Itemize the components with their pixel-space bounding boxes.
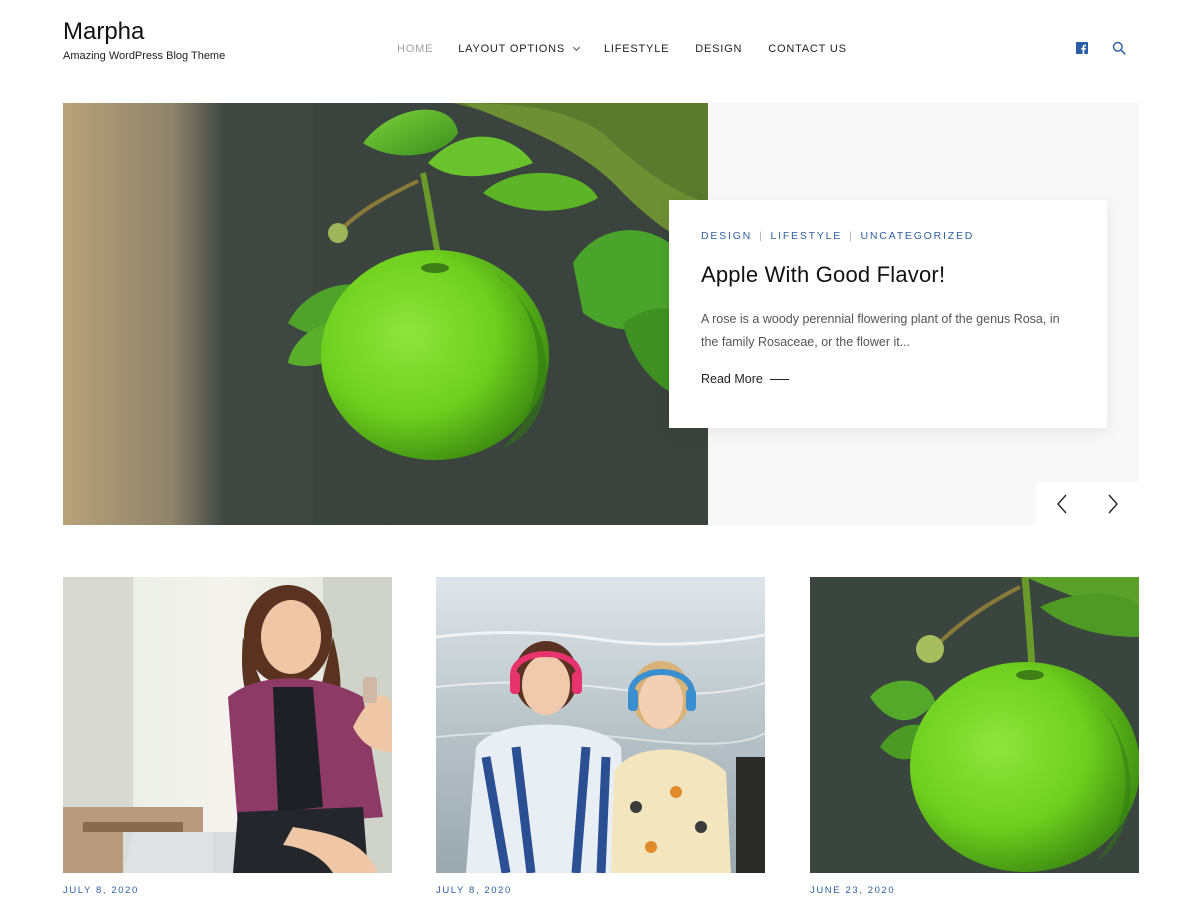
post-card: JULY 8, 2020 (63, 577, 392, 896)
facebook-icon[interactable] (1076, 42, 1088, 54)
nav-item-label: LAYOUT OPTIONS (458, 43, 565, 55)
category-separator: | (849, 230, 854, 242)
nav-item-design[interactable]: DESIGN (695, 43, 742, 55)
hero-post-card: DESIGN | LIFESTYLE | UNCATEGORIZED Apple… (669, 200, 1107, 428)
category-link-uncategorized[interactable]: UNCATEGORIZED (861, 230, 975, 242)
post-image-woman-with-phone[interactable] (63, 577, 392, 873)
nav-item-lifestyle[interactable]: LIFESTYLE (604, 43, 669, 55)
nav-item-contact-us[interactable]: CONTACT US (768, 43, 847, 55)
hero-post-title[interactable]: Apple With Good Flavor! (701, 262, 1075, 288)
slider-navigation (1036, 482, 1139, 525)
hero-post-excerpt: A rose is a woody perennial flowering pl… (701, 312, 1060, 349)
featured-slider: DESIGN | LIFESTYLE | UNCATEGORIZED Apple… (63, 103, 1139, 525)
post-date[interactable]: JULY 8, 2020 (436, 885, 765, 896)
category-separator: | (759, 230, 764, 242)
category-link-lifestyle[interactable]: LIFESTYLE (770, 230, 842, 242)
chevron-right-icon[interactable] (1098, 489, 1128, 519)
hero-image-green-apple[interactable] (63, 103, 708, 525)
chevron-down-icon (572, 43, 581, 52)
read-more-line-icon (769, 378, 789, 380)
post-card: JUNE 23, 2020 (810, 577, 1139, 896)
read-more-link[interactable]: Read More (701, 372, 1075, 386)
nav-item-layout-options[interactable]: LAYOUT OPTIONS (458, 43, 581, 55)
site-tagline: Amazing WordPress Blog Theme (63, 50, 226, 62)
post-date[interactable]: JUNE 23, 2020 (810, 885, 1139, 896)
post-card: JULY 8, 2020 (436, 577, 765, 896)
search-icon[interactable] (1112, 41, 1126, 55)
site-title[interactable]: Marpha (63, 18, 144, 46)
post-categories: DESIGN | LIFESTYLE | UNCATEGORIZED (701, 230, 1075, 242)
category-link-design[interactable]: DESIGN (701, 230, 752, 242)
post-image-green-apple[interactable] (810, 577, 1139, 873)
main-navigation: HOME LAYOUT OPTIONS LIFESTYLE DESIGN CON… (397, 43, 847, 55)
chevron-left-icon[interactable] (1047, 489, 1077, 519)
nav-item-home[interactable]: HOME (397, 43, 433, 55)
post-date[interactable]: JULY 8, 2020 (63, 885, 392, 896)
read-more-label: Read More (701, 372, 763, 386)
post-image-women-with-headphones[interactable] (436, 577, 765, 873)
